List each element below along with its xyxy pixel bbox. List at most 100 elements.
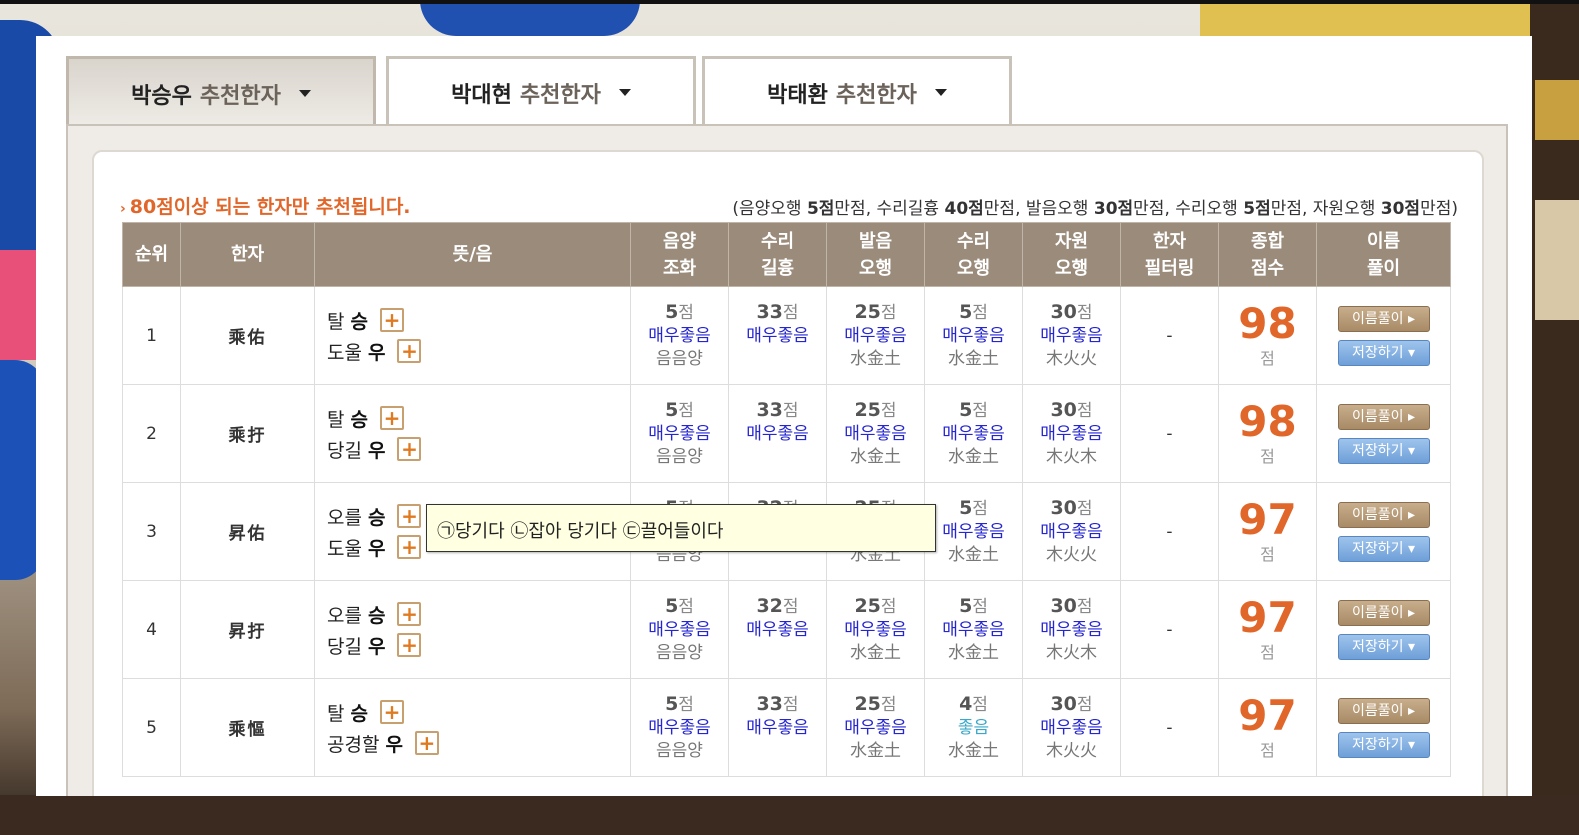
plus-icon[interactable]: + xyxy=(379,308,404,332)
score-number: 25 xyxy=(854,594,881,617)
tab-0[interactable]: 박승우 추천한자 xyxy=(66,56,376,128)
score-unit: 점 xyxy=(880,596,897,617)
suri-cell: 33점 매우좋음 xyxy=(728,384,827,483)
plus-icon[interactable]: + xyxy=(397,339,422,363)
baleum-cell: 25점매우좋음水金土 xyxy=(826,580,925,679)
interp-cell: 이름풀이 ▸ 저장하기 ▾ xyxy=(1316,482,1451,581)
table-row: 1 乘佑 탈 승 + 도울 우 +5점 매우좋음 음음양 33점 매우좋음 25점 매우좋음 水金土 5점 매… xyxy=(122,286,1451,385)
header-jawon: 자원 오행 xyxy=(1022,222,1121,287)
score-label: 매우좋음 xyxy=(1040,717,1103,738)
score-unit: 점 xyxy=(972,498,988,519)
plus-icon[interactable]: + xyxy=(397,504,422,528)
save-button[interactable]: 저장하기 ▾ xyxy=(1337,633,1430,660)
caret-down-icon xyxy=(618,89,631,96)
score-sub: 水金土 xyxy=(948,348,999,369)
plus-icon[interactable]: + xyxy=(397,633,422,657)
meaning-hun: 당길 xyxy=(327,439,362,462)
rank-cell: 4 xyxy=(122,580,181,679)
meaning-eum: 우 xyxy=(367,439,386,462)
meaning-eum: 우 xyxy=(385,733,403,756)
save-button[interactable]: 저장하기 ▾ xyxy=(1337,535,1430,562)
score-unit: 점 xyxy=(972,596,988,617)
tab-2[interactable]: 박태환 추천한자 xyxy=(702,56,1012,126)
table-row: 2 乘扜 탈 승 + 당길 우 +5점 매우좋음 음음양 33점 매우좋음 25점 매우좋음 水金土 5점 매… xyxy=(122,384,1451,483)
plus-icon[interactable]: + xyxy=(379,406,404,430)
score-unit: 점 xyxy=(1076,400,1093,421)
score-label: 매우좋음 xyxy=(746,717,809,738)
hanja-cell: 乘慪 xyxy=(180,678,315,777)
name-interp-button[interactable]: 이름풀이 ▸ xyxy=(1337,599,1430,626)
score-info-label: 자원오행 xyxy=(1312,199,1376,219)
score-number: 30 xyxy=(1050,398,1077,421)
suri-oheng-cell: 5점 매우좋음 水金土 xyxy=(924,482,1023,581)
meaning-line: 탈 승 + xyxy=(327,697,630,728)
meaning-cell: 탈 승 + 공경할 우 + xyxy=(314,678,631,777)
header-total: 종합 점수 xyxy=(1218,222,1317,287)
meaning-hun: 오를 xyxy=(327,604,362,627)
score-info-suffix: 만점, xyxy=(983,199,1021,219)
score-sub: 음음양 xyxy=(656,740,703,761)
table-row: 4 昇扜 오를 승 + 당길 우 +5점 매우좋음 음음양 32점 매우좋음 25점 매우좋음 水金土 5점… xyxy=(122,580,1451,679)
score-unit: 점 xyxy=(782,400,799,421)
score-sub: 木火火 xyxy=(1046,348,1097,369)
score-unit: 점 xyxy=(1076,498,1093,519)
meaning-line: 공경할 우 + xyxy=(327,728,630,759)
interp-cell: 이름풀이 ▸ 저장하기 ▾ xyxy=(1316,384,1451,483)
meaning-eum: 승 xyxy=(367,506,386,529)
save-button[interactable]: 저장하기 ▾ xyxy=(1337,437,1430,464)
name-interp-button[interactable]: 이름풀이 ▸ xyxy=(1337,697,1430,724)
score-unit: 점 xyxy=(972,302,988,323)
jawon-cell: 30점 매우좋음 木火木 xyxy=(1022,384,1121,483)
suri-oheng-cell: 5점 매우좋음 水金土 xyxy=(924,384,1023,483)
score-sub: 水金土 xyxy=(850,348,901,369)
score-number: 25 xyxy=(854,692,881,715)
save-button[interactable]: 저장하기 ▾ xyxy=(1337,731,1430,758)
header-interp: 이름 풀이 xyxy=(1316,222,1451,287)
plus-icon[interactable]: + xyxy=(397,437,422,461)
name-interp-button[interactable]: 이름풀이 ▸ xyxy=(1337,305,1430,332)
result-table: 순위 한자 뜻/음 음양 조화 수리 길흉 발음 오행 수리 오행 자원 오행 한자 필터링… xyxy=(122,222,1451,777)
score-info-suffix: 만점, xyxy=(834,199,872,219)
score-unit: 점 xyxy=(1076,694,1093,715)
score-sub: 水金土 xyxy=(850,642,901,663)
score-number: 5 xyxy=(665,692,679,715)
tab-1[interactable]: 박대현 추천한자 xyxy=(386,56,696,126)
plus-icon[interactable]: + xyxy=(397,535,422,559)
notice-text: › 80점이상 되는 한자만 추천됩니다. xyxy=(120,192,411,219)
score-sub: 음음양 xyxy=(656,446,703,467)
meaning-line: 당길 우 + xyxy=(327,630,630,661)
total-cell: 98 점 xyxy=(1218,286,1317,385)
score-label: 매우좋음 xyxy=(1040,619,1103,640)
save-button[interactable]: 저장하기 ▾ xyxy=(1337,339,1430,366)
score-label: 매우좋음 xyxy=(942,325,1005,346)
rank-cell: 3 xyxy=(122,482,181,581)
total-cell: 97 점 xyxy=(1218,580,1317,679)
score-sub: 木火木 xyxy=(1046,446,1097,467)
suri-cell: 33점 매우좋음 xyxy=(728,286,827,385)
rank-cell: 1 xyxy=(122,286,181,385)
tab-sub: 추천한자 xyxy=(835,82,917,108)
name-interp-button[interactable]: 이름풀이 ▸ xyxy=(1337,501,1430,528)
score-label: 매우좋음 xyxy=(746,619,809,640)
plus-icon[interactable]: + xyxy=(414,731,439,755)
total-unit: 점 xyxy=(1260,446,1275,466)
meaning-line: 오를 승 + xyxy=(327,599,630,630)
score-info-suffix: 만점, xyxy=(1270,199,1308,219)
score-info-close: ) xyxy=(1451,199,1458,219)
score-number: 25 xyxy=(854,300,881,323)
score-sub: 水金土 xyxy=(850,740,901,761)
meaning-eum: 승 xyxy=(350,310,368,333)
meaning-eum: 승 xyxy=(350,702,368,725)
meaning-hun: 탈 xyxy=(327,310,345,333)
plus-icon[interactable]: + xyxy=(397,602,422,626)
score-sub: 水金土 xyxy=(948,740,999,761)
name-interp-button[interactable]: 이름풀이 ▸ xyxy=(1337,403,1430,430)
score-info-suffix: 만점, xyxy=(1133,199,1170,219)
score-number: 5 xyxy=(665,300,679,323)
interp-cell: 이름풀이 ▸ 저장하기 ▾ xyxy=(1316,678,1451,777)
score-unit: 점 xyxy=(1076,302,1093,323)
score-label: 매우좋음 xyxy=(942,619,1005,640)
interp-cell: 이름풀이 ▸ 저장하기 ▾ xyxy=(1316,580,1451,679)
plus-icon[interactable]: + xyxy=(379,700,404,724)
score-sub: 水金土 xyxy=(948,642,999,663)
